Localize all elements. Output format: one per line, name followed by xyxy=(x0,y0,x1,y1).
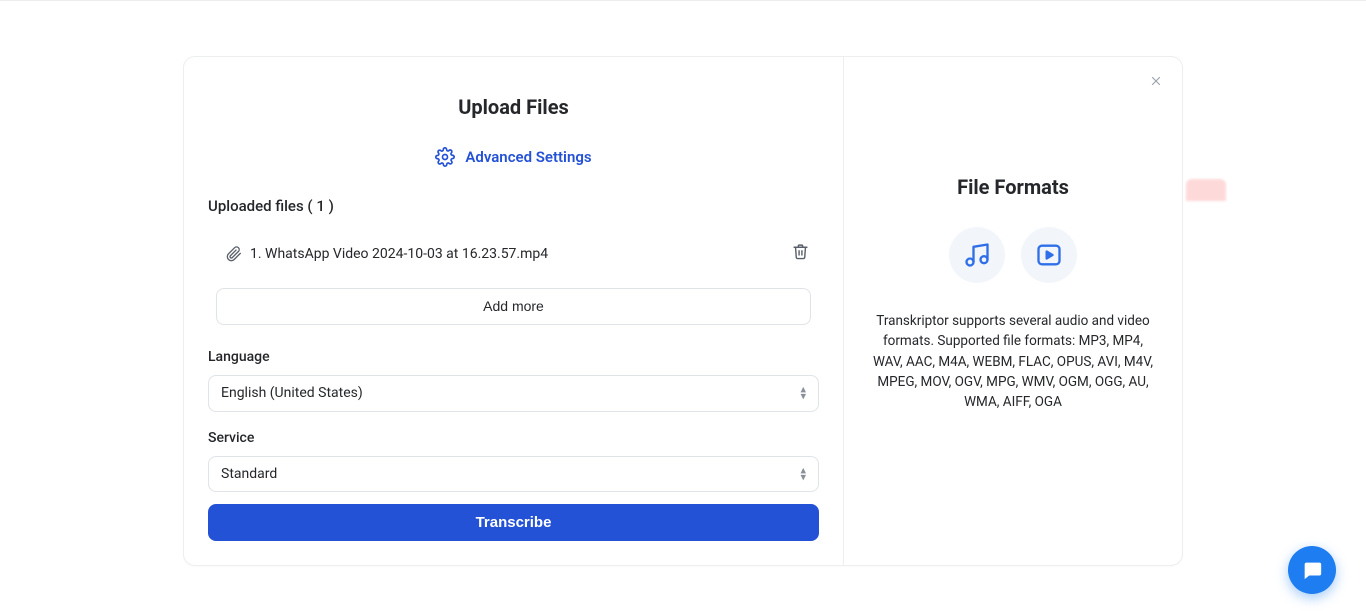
chat-icon xyxy=(1301,559,1323,581)
language-value: English (United States) xyxy=(221,385,363,401)
uploaded-file-row: 1. WhatsApp Video 2024-10-03 at 16.23.57… xyxy=(208,227,819,280)
info-panel: File Formats Transkriptor supports sever… xyxy=(844,57,1182,565)
service-select[interactable]: Standard ▴▾ xyxy=(208,456,819,493)
video-play-icon xyxy=(1035,241,1063,269)
paperclip-icon xyxy=(226,246,242,262)
file-name: 1. WhatsApp Video 2024-10-03 at 16.23.57… xyxy=(250,246,548,262)
chat-fab[interactable] xyxy=(1288,546,1336,594)
upload-panel: Upload Files Advanced Settings Uploaded … xyxy=(184,57,844,565)
file-formats-title: File Formats xyxy=(957,175,1069,199)
gear-icon xyxy=(435,147,455,167)
close-button[interactable] xyxy=(1142,67,1170,95)
advanced-settings-link[interactable]: Advanced Settings xyxy=(208,147,819,167)
format-icons xyxy=(949,227,1077,283)
trash-icon xyxy=(792,243,809,260)
file-formats-description: Transkriptor supports several audio and … xyxy=(862,311,1164,412)
transcribe-button[interactable]: Transcribe xyxy=(208,504,819,541)
uploaded-files-label: Uploaded files ( 1 ) xyxy=(208,197,819,215)
chevron-sort-icon: ▴▾ xyxy=(800,467,806,480)
music-icon xyxy=(963,241,991,269)
file-info: 1. WhatsApp Video 2024-10-03 at 16.23.57… xyxy=(226,246,548,262)
service-value: Standard xyxy=(221,466,277,482)
close-icon xyxy=(1149,74,1163,88)
audio-format-icon-wrap xyxy=(949,227,1005,283)
language-label: Language xyxy=(208,349,819,365)
language-select[interactable]: English (United States) ▴▾ xyxy=(208,375,819,412)
delete-file-button[interactable] xyxy=(788,239,813,268)
transcribe-label: Transcribe xyxy=(476,514,552,531)
chevron-sort-icon: ▴▾ xyxy=(800,387,806,400)
upload-modal: Upload Files Advanced Settings Uploaded … xyxy=(183,56,1183,566)
modal-title: Upload Files xyxy=(208,95,819,119)
service-label: Service xyxy=(208,430,819,446)
video-format-icon-wrap xyxy=(1021,227,1077,283)
add-more-label: Add more xyxy=(483,298,544,314)
add-more-button[interactable]: Add more xyxy=(216,288,811,325)
advanced-settings-label: Advanced Settings xyxy=(465,148,591,166)
